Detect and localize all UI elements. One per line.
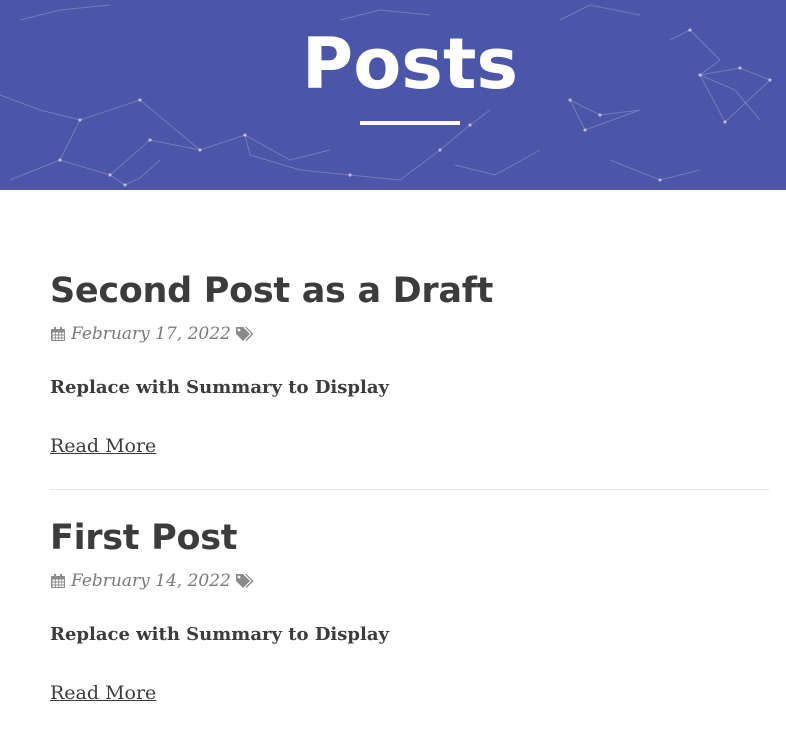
tags-icon[interactable] — [235, 326, 255, 342]
calendar-icon — [50, 573, 66, 589]
page-title: Posts — [301, 23, 519, 105]
post-item: Second Post as a Draft February 17, 2022… — [50, 265, 770, 459]
post-title-link[interactable]: First Post — [50, 512, 770, 564]
calendar-icon — [50, 326, 66, 342]
post-date: February 14, 2022 — [71, 571, 231, 591]
read-more-link[interactable]: Read More — [50, 680, 156, 706]
post-meta: February 14, 2022 — [50, 566, 770, 596]
post-item: First Post February 14, 2022 Replace wit… — [50, 512, 770, 706]
title-underline — [360, 121, 460, 125]
post-summary: Replace with Summary to Display — [50, 624, 389, 645]
post-list: Second Post as a Draft February 17, 2022… — [50, 265, 770, 706]
post-date: February 17, 2022 — [71, 324, 231, 344]
post-meta: February 17, 2022 — [50, 319, 770, 349]
post-divider — [50, 489, 770, 490]
read-more-link[interactable]: Read More — [50, 433, 156, 459]
post-summary: Replace with Summary to Display — [50, 377, 389, 398]
tags-icon[interactable] — [235, 573, 255, 589]
post-title-link[interactable]: Second Post as a Draft — [50, 265, 770, 317]
page-header: Posts — [0, 0, 786, 190]
